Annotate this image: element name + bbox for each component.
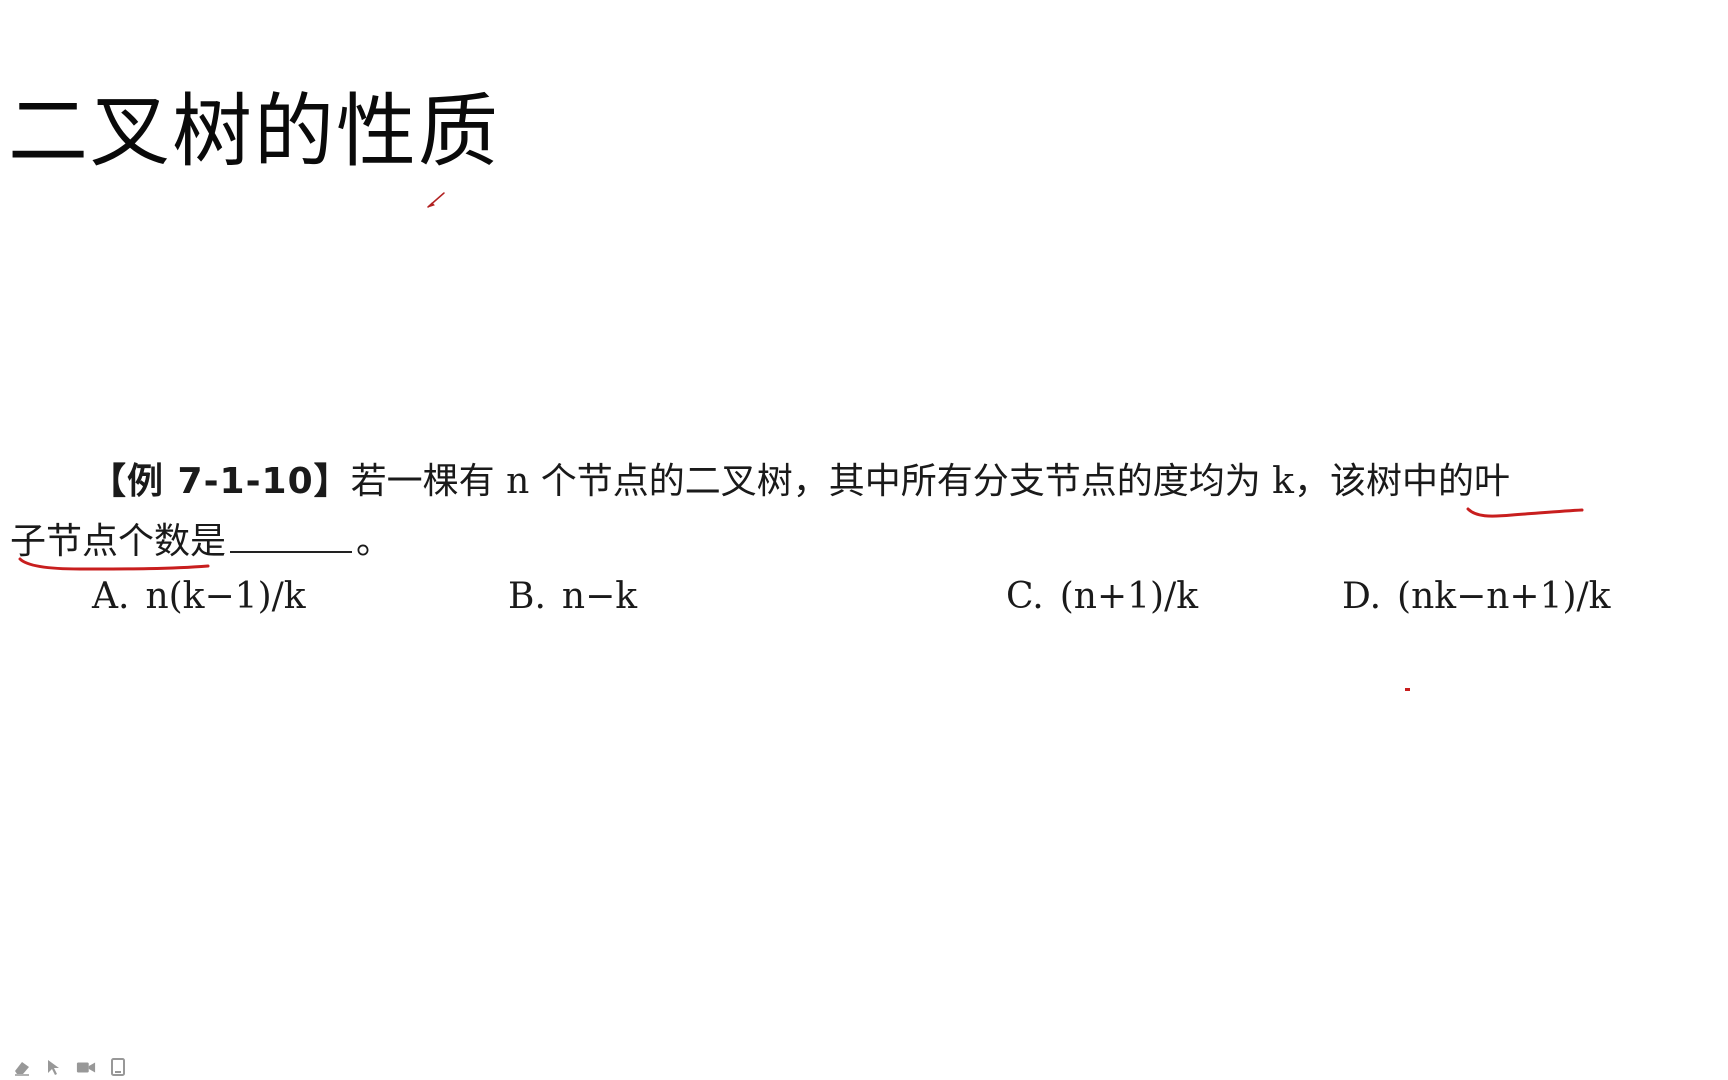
slide-title: 二叉树的性质: [8, 85, 500, 178]
pen-cursor-icon: [427, 192, 445, 208]
options-row: A. n(k−1)/k B. n−k C. (n+1)/k D. (nk−n+1)/k: [0, 576, 1728, 636]
question-text-1: 若一棵有 n 个节点的二叉树，其中所有分支节点的度均为 k，该树中的叶: [350, 461, 1510, 502]
option-c-text: (n+1)/k: [1059, 576, 1199, 617]
eraser-tool[interactable]: [12, 1058, 32, 1076]
question-line-1: 【例 7-1-10】若一棵有 n 个节点的二叉树，其中所有分支节点的度均为 k，…: [10, 452, 1670, 512]
eraser-icon: [15, 1062, 29, 1076]
pointer-icon: [48, 1060, 59, 1075]
option-d: D. (nk−n+1)/k: [1342, 576, 1610, 617]
question-text-2: 子节点个数是: [10, 521, 227, 562]
question-block: 【例 7-1-10】若一棵有 n 个节点的二叉树，其中所有分支节点的度均为 k，…: [10, 452, 1670, 572]
option-b-letter: B.: [508, 576, 546, 617]
tablet-tool[interactable]: [108, 1058, 128, 1076]
camera-icon: [76, 1062, 96, 1073]
tablet-icon: [111, 1058, 125, 1076]
option-c-letter: C.: [1006, 576, 1044, 617]
question-line-2: 子节点个数是 。: [10, 512, 1670, 572]
annotation-toolbar: [12, 1056, 128, 1078]
question-label: 【例 7-1-10】: [90, 461, 351, 502]
slide: 二叉树的性质 【例 7-1-10】若一棵有 n 个节点的二叉树，其中所有分支节点…: [0, 0, 1728, 1080]
option-d-letter: D.: [1342, 576, 1382, 617]
pointer-tool[interactable]: [44, 1058, 64, 1076]
ink-dot: [1405, 688, 1410, 691]
option-a: A. n(k−1)/k: [92, 576, 306, 617]
option-a-letter: A.: [92, 576, 130, 617]
option-a-text: n(k−1)/k: [145, 576, 306, 617]
option-d-text: (nk−n+1)/k: [1397, 576, 1611, 617]
camera-tool[interactable]: [76, 1058, 96, 1076]
question-end: 。: [356, 521, 393, 562]
option-b-text: n−k: [561, 576, 638, 617]
option-c: C. (n+1)/k: [1006, 576, 1198, 617]
option-b: B. n−k: [508, 576, 637, 617]
answer-blank: [230, 521, 353, 553]
